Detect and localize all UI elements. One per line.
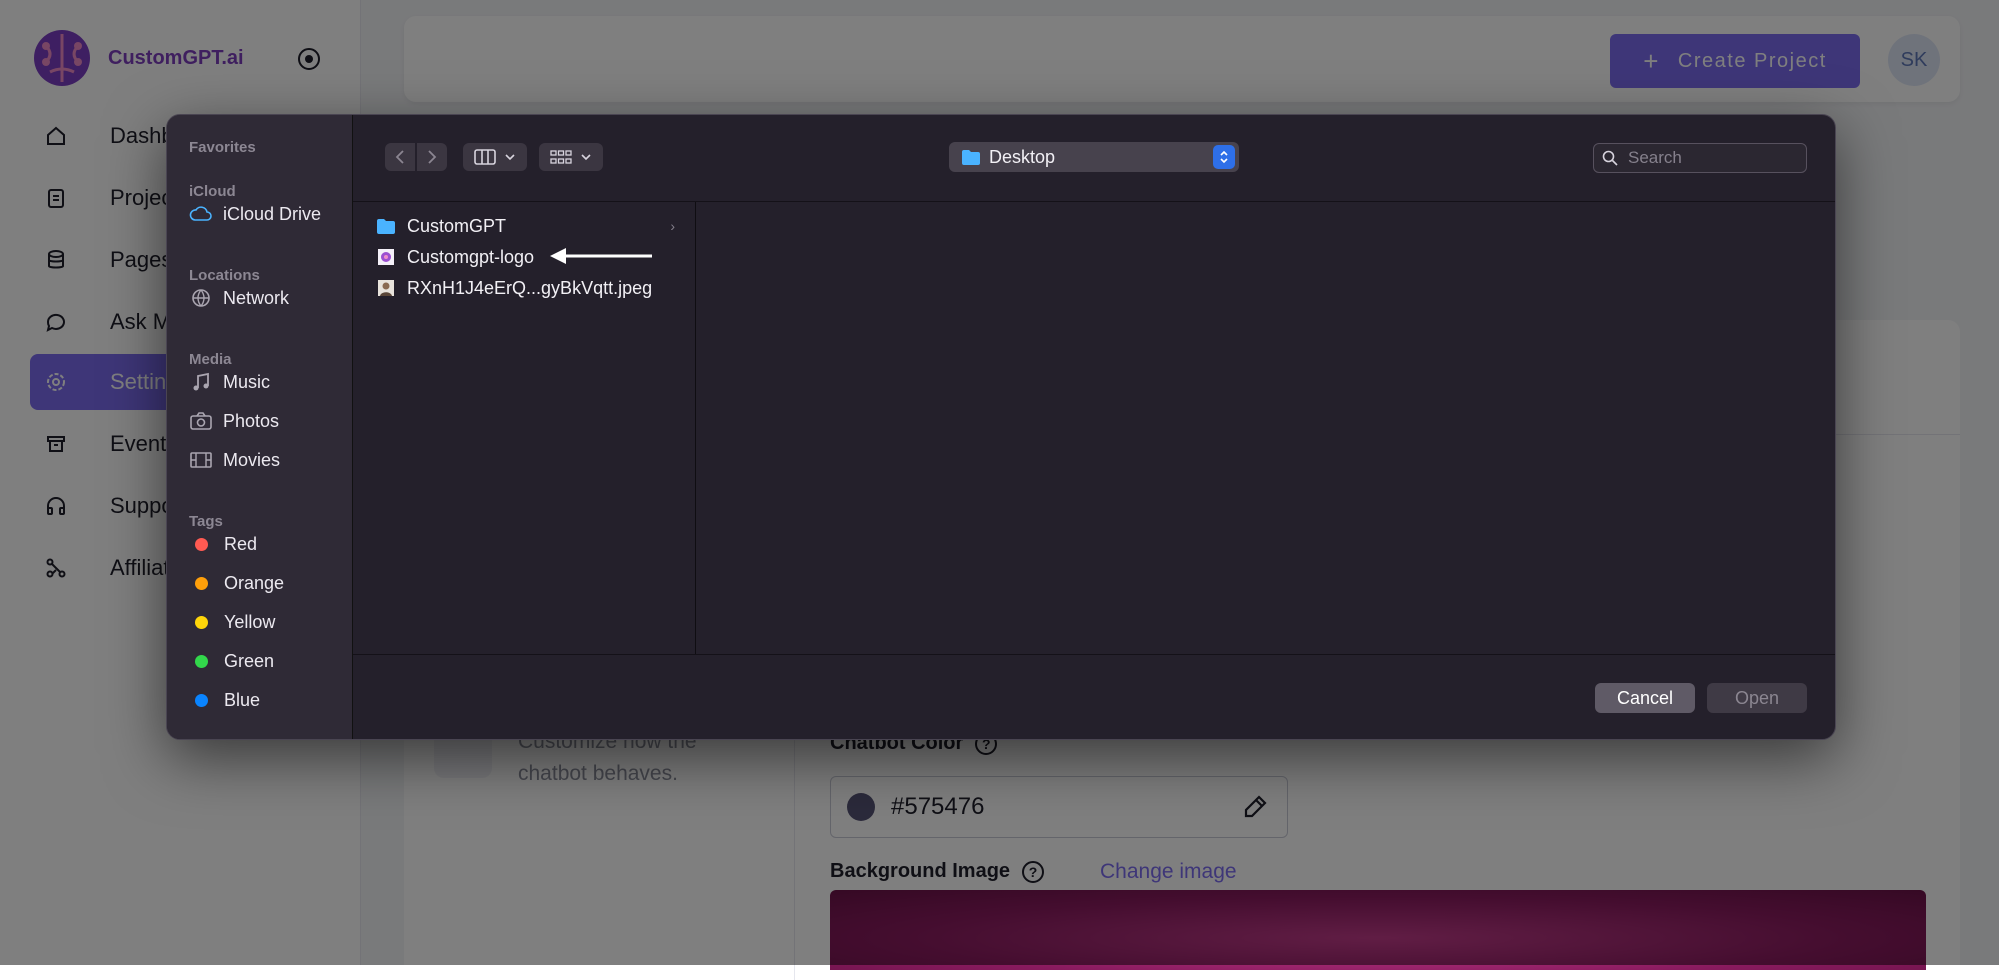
sidebar-item-photos[interactable]: Photos bbox=[189, 404, 349, 438]
file-column: CustomGPT › Customgpt-logo RXnH1J4eErQ..… bbox=[353, 202, 696, 654]
group-by-button[interactable] bbox=[539, 143, 603, 171]
green-dot-icon bbox=[195, 654, 208, 668]
search-icon bbox=[1602, 150, 1618, 166]
search-field[interactable] bbox=[1593, 143, 1807, 173]
film-icon bbox=[189, 450, 213, 470]
folder-icon bbox=[375, 216, 397, 236]
sidebar-item-music[interactable]: Music bbox=[189, 365, 349, 399]
sidebar-item-movies[interactable]: Movies bbox=[189, 443, 349, 477]
sidebar-label: iCloud Drive bbox=[223, 203, 322, 224]
chevron-left-icon bbox=[395, 150, 404, 164]
file-open-dialog: Favorites iCloud iCloud Drive Locations … bbox=[166, 114, 1836, 740]
location-label: Desktop bbox=[989, 146, 1056, 167]
dialog-footer: Cancel Open bbox=[353, 654, 1835, 739]
columns-view-icon bbox=[474, 149, 496, 165]
sidebar-label: Orange bbox=[224, 572, 285, 593]
tag-orange[interactable]: Orange bbox=[189, 566, 349, 600]
sidebar-label: Red bbox=[224, 533, 258, 554]
file-item-jpeg[interactable]: RXnH1J4eErQ...gyBkVqtt.jpeg bbox=[375, 274, 675, 302]
music-note-icon bbox=[189, 372, 213, 392]
dialog-sidebar: Favorites iCloud iCloud Drive Locations … bbox=[167, 115, 353, 739]
sidebar-label: Music bbox=[223, 371, 271, 392]
dialog-main: Desktop CustomGPT › Customgpt-logo bbox=[353, 115, 1835, 739]
dialog-toolbar: Desktop bbox=[353, 115, 1835, 202]
file-name: Customgpt-logo bbox=[407, 246, 535, 267]
chevron-down-icon bbox=[581, 154, 591, 161]
sidebar-label: Network bbox=[223, 287, 290, 308]
red-dot-icon bbox=[195, 537, 208, 551]
sidebar-label: Blue bbox=[224, 689, 261, 710]
globe-icon bbox=[189, 288, 213, 308]
file-name: CustomGPT bbox=[407, 215, 507, 236]
sidebar-label: Photos bbox=[223, 410, 280, 431]
grid-view-icon bbox=[550, 150, 572, 164]
tag-yellow[interactable]: Yellow bbox=[189, 605, 349, 639]
sidebar-label: Green bbox=[224, 650, 275, 671]
chevron-down-icon bbox=[505, 154, 515, 161]
chevron-right-icon bbox=[428, 150, 437, 164]
open-button[interactable]: Open bbox=[1707, 683, 1807, 713]
cloud-icon bbox=[189, 204, 213, 224]
sidebar-item-network[interactable]: Network bbox=[189, 281, 349, 315]
section-favorites: Favorites bbox=[189, 139, 256, 156]
sidebar-label: Movies bbox=[223, 449, 281, 470]
sidebar-item-icloud-drive[interactable]: iCloud Drive bbox=[189, 197, 349, 231]
file-item-folder[interactable]: CustomGPT › bbox=[375, 212, 675, 240]
orange-dot-icon bbox=[195, 576, 208, 590]
cancel-button[interactable]: Cancel bbox=[1595, 683, 1695, 713]
location-dropdown[interactable]: Desktop bbox=[949, 142, 1239, 172]
forward-button[interactable] bbox=[417, 143, 447, 171]
file-name: RXnH1J4eErQ...gyBkVqtt.jpeg bbox=[407, 277, 653, 298]
view-mode-button[interactable] bbox=[463, 143, 527, 171]
camera-icon bbox=[189, 411, 213, 431]
arrow-annotation-icon bbox=[550, 248, 652, 264]
back-button[interactable] bbox=[385, 143, 415, 171]
blue-dot-icon bbox=[195, 693, 208, 707]
folder-icon bbox=[962, 150, 980, 165]
search-input[interactable] bbox=[1626, 147, 1790, 169]
chevron-right-icon: › bbox=[670, 218, 675, 234]
image-file-icon bbox=[375, 247, 397, 267]
sidebar-label: Yellow bbox=[224, 611, 276, 632]
photo-file-icon bbox=[375, 278, 397, 298]
tag-blue[interactable]: Blue bbox=[189, 683, 349, 717]
tag-green[interactable]: Green bbox=[189, 644, 349, 678]
yellow-dot-icon bbox=[195, 615, 208, 629]
stepper-icon bbox=[1213, 145, 1235, 169]
tag-red[interactable]: Red bbox=[189, 527, 349, 561]
history-nav bbox=[385, 143, 447, 171]
